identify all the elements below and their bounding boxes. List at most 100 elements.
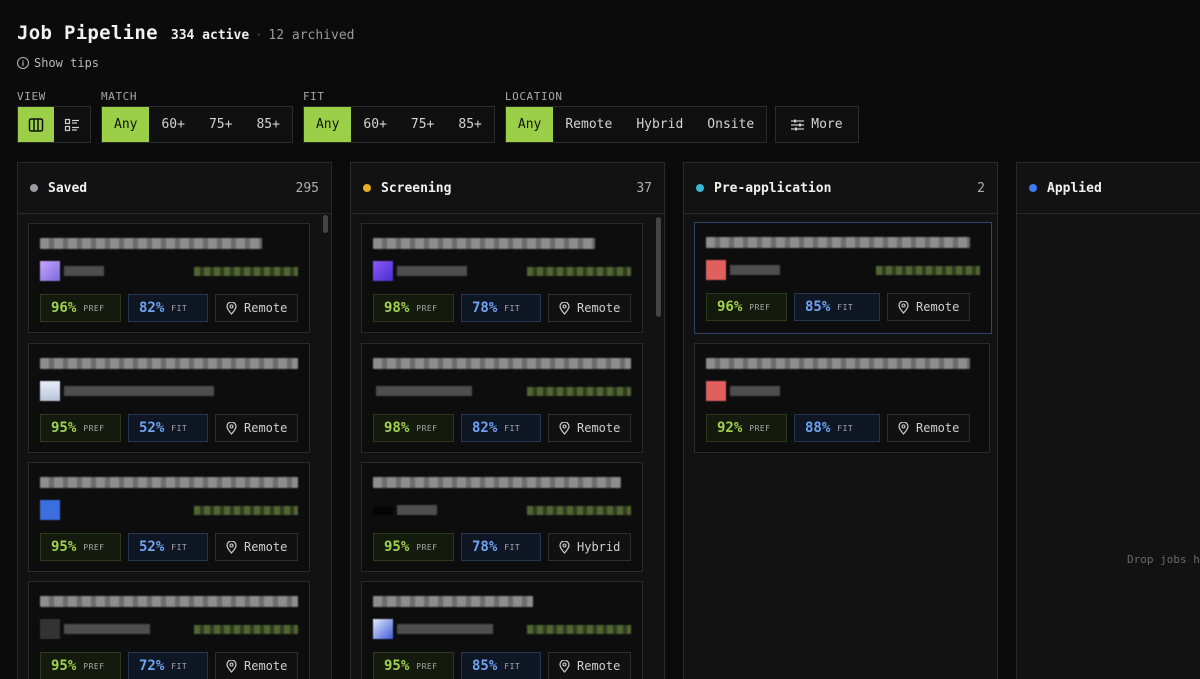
job-card[interactable]: 95% PREF 85% FIT Remote <box>361 581 643 679</box>
pref-score: 98% <box>384 300 410 316</box>
column-title: Pre-application <box>714 180 832 196</box>
company-name-redacted <box>730 265 780 275</box>
pref-score: 95% <box>384 658 410 674</box>
location-option-remote[interactable]: Remote <box>553 107 624 142</box>
fit-segmented: Any 60+ 75+ 85+ <box>302 106 495 143</box>
fit-tag: FIT <box>171 661 188 671</box>
card-chips: 95% PREF 52% FIT Remote <box>40 533 299 561</box>
pref-score: 95% <box>51 658 77 674</box>
location-option-hybrid[interactable]: Hybrid <box>624 107 695 142</box>
job-title-redacted <box>40 238 262 249</box>
match-option-85[interactable]: 85+ <box>244 107 291 142</box>
salary-redacted <box>527 387 631 396</box>
column-title: Saved <box>48 180 88 196</box>
location-badge: Remote <box>887 414 971 442</box>
company-name-redacted <box>397 505 437 515</box>
location-text: Remote <box>577 421 621 435</box>
location-badge: Remote <box>215 414 299 442</box>
job-title-redacted <box>40 358 298 369</box>
pref-badge: 95% PREF <box>373 652 454 679</box>
fit-badge: 82% FIT <box>128 294 208 322</box>
pref-score: 96% <box>51 300 77 316</box>
status-dot <box>30 184 38 192</box>
more-filters-button[interactable]: More <box>775 106 859 143</box>
pref-badge: 98% PREF <box>373 414 454 442</box>
list-view-button[interactable] <box>54 107 90 142</box>
fit-badge: 52% FIT <box>128 533 208 561</box>
job-card[interactable]: 95% PREF 52% FIT Remote <box>28 462 310 572</box>
location-text: Remote <box>244 659 288 673</box>
fit-option-85[interactable]: 85+ <box>446 107 493 142</box>
card-chips: 95% PREF 85% FIT Remote <box>373 652 632 679</box>
more-label: More <box>811 117 843 132</box>
location-text: Remote <box>244 301 288 315</box>
column-title: Screening <box>381 180 452 196</box>
location-text: Remote <box>916 300 960 314</box>
job-card[interactable]: 95% PREF 78% FIT Hybrid <box>361 462 643 572</box>
view-toggle <box>17 106 91 143</box>
match-option-60[interactable]: 60+ <box>149 107 196 142</box>
job-card[interactable]: 95% PREF 52% FIT Remote <box>28 343 310 453</box>
salary-redacted <box>876 266 980 275</box>
pref-tag: PREF <box>83 661 105 671</box>
location-filter: LOCATION Any Remote Hybrid Onsite <box>504 90 768 143</box>
match-option-75[interactable]: 75+ <box>197 107 244 142</box>
fit-score: 85% <box>805 299 831 315</box>
job-card[interactable]: 98% PREF 78% FIT Remote <box>361 223 643 333</box>
location-pin-icon <box>559 540 570 554</box>
fit-score: 85% <box>472 658 498 674</box>
location-text: Hybrid <box>577 540 621 554</box>
show-tips-link[interactable]: i Show tips <box>17 56 99 70</box>
location-pin-icon <box>559 301 570 315</box>
card-chips: 95% PREF 72% FIT Remote <box>40 652 299 679</box>
company-logo <box>373 619 393 639</box>
location-badge: Remote <box>548 414 632 442</box>
column-pre-application: Pre-application 2 96% PREF 85% FIT Remote … <box>683 162 998 679</box>
pref-badge: 92% PREF <box>706 414 787 442</box>
card-chips: 95% PREF 52% FIT Remote <box>40 414 299 442</box>
fit-tag: FIT <box>504 423 521 433</box>
pref-badge: 95% PREF <box>40 533 121 561</box>
match-option-any[interactable]: Any <box>102 107 150 142</box>
company-name-redacted <box>64 266 104 276</box>
pref-tag: PREF <box>83 303 105 313</box>
location-pin-icon <box>559 659 570 673</box>
fit-tag: FIT <box>171 303 188 313</box>
fit-score: 72% <box>139 658 165 674</box>
archived-count[interactable]: 12 archived <box>268 28 354 43</box>
fit-option-60[interactable]: 60+ <box>351 107 398 142</box>
job-card[interactable]: 96% PREF 82% FIT Remote <box>28 223 310 333</box>
location-option-onsite[interactable]: Onsite <box>695 107 766 142</box>
fit-badge: 82% FIT <box>461 414 541 442</box>
job-card[interactable]: 98% PREF 82% FIT Remote <box>361 343 643 453</box>
location-text: Remote <box>577 301 621 315</box>
salary-redacted <box>527 625 631 634</box>
location-text: Remote <box>244 421 288 435</box>
pref-score: 95% <box>51 539 77 555</box>
fit-option-75[interactable]: 75+ <box>399 107 446 142</box>
job-card-selected[interactable]: 96% PREF 85% FIT Remote <box>694 222 992 334</box>
column-count: 2 <box>977 180 985 196</box>
job-title-redacted <box>40 596 298 607</box>
column-title: Applied <box>1047 180 1102 196</box>
column-saved: Saved 295 96% PREF 82% FIT Remote 95% PREF … <box>17 162 332 679</box>
card-chips: 96% PREF 82% FIT Remote <box>40 294 299 322</box>
fit-option-any[interactable]: Any <box>303 107 352 142</box>
scrollbar[interactable] <box>323 215 328 233</box>
scrollbar[interactable] <box>656 217 661 317</box>
pref-badge: 98% PREF <box>373 294 454 322</box>
fit-badge: 78% FIT <box>461 294 541 322</box>
job-card[interactable]: 92% PREF 88% FIT Remote <box>694 343 990 453</box>
fit-tag: FIT <box>504 542 521 552</box>
company-logo <box>373 261 393 281</box>
column-count: 37 <box>636 180 652 196</box>
job-card[interactable]: 95% PREF 72% FIT Remote <box>28 581 310 679</box>
fit-score: 78% <box>472 539 498 555</box>
company-logo <box>40 381 60 401</box>
status-dot <box>1029 184 1037 192</box>
column-screening: Screening 37 98% PREF 78% FIT Remote 98% PR… <box>350 162 665 679</box>
location-option-any[interactable]: Any <box>505 107 554 142</box>
fit-filter: FIT Any 60+ 75+ 85+ <box>302 90 495 143</box>
separator: · <box>255 28 263 42</box>
board-view-button[interactable] <box>18 107 54 142</box>
